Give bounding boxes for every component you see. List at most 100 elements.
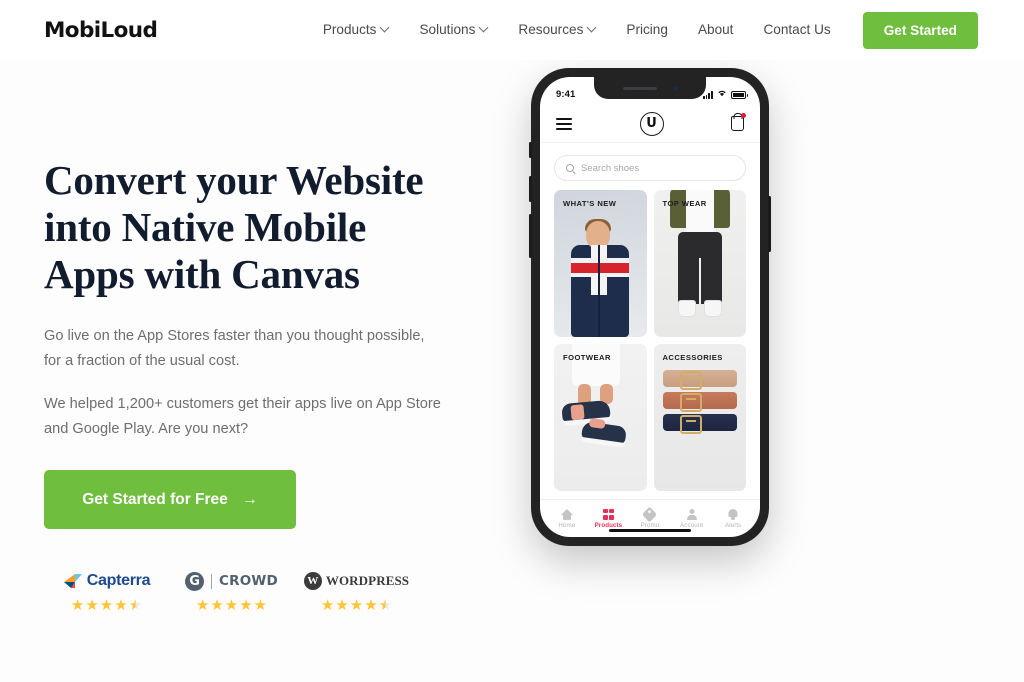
get-started-button[interactable]: Get Started bbox=[862, 11, 978, 49]
g2-circle-icon: G bbox=[185, 571, 205, 591]
nav-item-pricing[interactable]: Pricing bbox=[611, 23, 683, 37]
g2-crowd-star-rating: ★ ★ ★ ★ ★ bbox=[196, 598, 267, 613]
phone-silent-switch bbox=[529, 142, 532, 158]
home-icon bbox=[561, 509, 573, 520]
shopping-bag-icon[interactable] bbox=[731, 113, 746, 131]
product-card-label: ACCESSORIES bbox=[662, 353, 723, 362]
g2-crowd-logo: G CROWD bbox=[185, 571, 278, 591]
tab-account[interactable]: Account bbox=[671, 509, 713, 529]
review-badge-g2-crowd[interactable]: G CROWD ★ ★ ★ ★ ★ bbox=[169, 571, 294, 613]
chevron-down-icon bbox=[480, 24, 488, 32]
tab-alerts[interactable]: Alerts bbox=[712, 509, 754, 529]
earpiece-speaker bbox=[622, 86, 657, 90]
hero-visual: 9:41 U Search shoes WHAT'S NEW TOP WEAR … bbox=[514, 60, 980, 682]
tab-label: Products bbox=[594, 521, 623, 529]
product-card-footwear[interactable]: FOOTWEAR bbox=[554, 344, 647, 491]
phone-notch bbox=[594, 77, 706, 99]
star-half-icon: ★ bbox=[128, 597, 143, 614]
star-half-icon: ★ bbox=[378, 597, 393, 614]
wordpress-star-rating: ★ ★ ★ ★ ★ bbox=[321, 598, 392, 613]
tab-products[interactable]: Products bbox=[588, 508, 630, 529]
nav-item-products[interactable]: Products bbox=[308, 23, 405, 37]
product-image-jacket bbox=[565, 219, 635, 337]
status-icons bbox=[702, 89, 748, 99]
hero-paragraph-1: Go live on the App Stores faster than yo… bbox=[44, 328, 425, 369]
page-title: Convert your Website into Native Mobile … bbox=[44, 157, 424, 297]
review-badges: Capterra ★ ★ ★ ★ ★ G CROWD ★ ★ ★ ★ ★ W W… bbox=[44, 571, 514, 613]
hero-content: Convert your Website into Native Mobile … bbox=[44, 60, 514, 682]
tab-home[interactable]: Home bbox=[546, 509, 588, 529]
product-card-label: TOP WEAR bbox=[662, 199, 707, 208]
star-icon: ★ bbox=[195, 597, 210, 614]
tab-promo[interactable]: Promo bbox=[629, 506, 671, 529]
nav-item-label: Products bbox=[322, 22, 377, 38]
hero-paragraph-2: We helped 1,200+ customers get their app… bbox=[44, 396, 441, 437]
divider bbox=[211, 573, 213, 589]
product-category-grid: WHAT'S NEW TOP WEAR FOOTWEAR ACCESSORIES bbox=[540, 190, 760, 499]
brand-logo[interactable]: MobiLoud bbox=[44, 18, 158, 43]
nav-item-label: About bbox=[697, 22, 734, 38]
tag-icon bbox=[642, 506, 658, 522]
star-icon: ★ bbox=[364, 597, 378, 614]
search-input[interactable]: Search shoes bbox=[554, 155, 746, 181]
get-started-for-free-button[interactable]: Get Started for Free → bbox=[44, 470, 296, 529]
tab-label: Promo bbox=[640, 521, 660, 529]
app-logo[interactable]: U bbox=[639, 111, 664, 136]
product-image-sneakers bbox=[554, 344, 647, 491]
front-camera-icon bbox=[672, 85, 678, 91]
star-icon: ★ bbox=[335, 597, 349, 614]
capterra-triangle-icon bbox=[63, 573, 83, 589]
nav-item-contact-us[interactable]: Contact Us bbox=[748, 23, 845, 37]
hamburger-menu-icon[interactable] bbox=[556, 117, 572, 130]
product-card-label: FOOTWEAR bbox=[563, 353, 611, 362]
tab-label: Home bbox=[558, 521, 576, 529]
phone-power-button bbox=[768, 196, 771, 252]
user-icon bbox=[686, 509, 697, 520]
nav-item-about[interactable]: About bbox=[683, 23, 749, 37]
phone-mockup: 9:41 U Search shoes WHAT'S NEW TOP WEAR … bbox=[529, 68, 771, 546]
review-badge-wordpress[interactable]: W WORDPRESS ★ ★ ★ ★ ★ bbox=[294, 571, 419, 613]
bell-icon bbox=[728, 509, 739, 520]
review-badge-capterra[interactable]: Capterra ★ ★ ★ ★ ★ bbox=[44, 571, 169, 613]
product-image-pants bbox=[664, 190, 736, 337]
wordpress-circle-icon: W bbox=[303, 572, 322, 590]
grid-icon bbox=[602, 508, 614, 520]
arrow-right-icon: → bbox=[241, 490, 258, 508]
star-icon: ★ bbox=[349, 597, 364, 614]
capterra-logo-text: Capterra bbox=[86, 572, 151, 589]
product-image-belt-brown bbox=[662, 392, 737, 412]
phone-screen: 9:41 U Search shoes WHAT'S NEW TOP WEAR … bbox=[540, 77, 760, 537]
chevron-down-icon bbox=[381, 24, 389, 32]
site-header: MobiLoud Products Solutions Resources Pr… bbox=[0, 0, 1024, 60]
star-icon: ★ bbox=[99, 597, 114, 614]
nav-item-solutions[interactable]: Solutions bbox=[404, 23, 503, 37]
capterra-star-rating: ★ ★ ★ ★ ★ bbox=[71, 598, 142, 613]
hero-cta-label: Get Started for Free bbox=[82, 490, 228, 508]
battery-icon bbox=[731, 91, 748, 99]
star-icon: ★ bbox=[114, 597, 128, 614]
product-card-top-wear[interactable]: TOP WEAR bbox=[653, 190, 746, 337]
star-icon: ★ bbox=[85, 597, 99, 614]
wordpress-logo: W WORDPRESS bbox=[303, 571, 410, 591]
app-search-area: Search shoes bbox=[540, 143, 760, 190]
tab-label: Alerts bbox=[724, 521, 742, 529]
cart-badge-dot bbox=[741, 113, 746, 118]
wifi-icon bbox=[717, 89, 727, 99]
product-card-accessories[interactable]: ACCESSORIES bbox=[653, 344, 746, 491]
star-icon: ★ bbox=[224, 597, 239, 614]
product-image-belt-tan bbox=[662, 370, 737, 390]
g2-crowd-logo-text: CROWD bbox=[219, 573, 278, 589]
wordpress-mark-letter: W bbox=[307, 575, 319, 587]
star-icon: ★ bbox=[239, 597, 253, 614]
nav-item-label: Resources bbox=[518, 22, 584, 38]
nav-item-label: Solutions bbox=[419, 22, 476, 38]
search-placeholder: Search shoes bbox=[581, 162, 640, 174]
product-card-whats-new[interactable]: WHAT'S NEW bbox=[554, 190, 647, 337]
search-icon bbox=[566, 164, 574, 172]
hero-section: Convert your Website into Native Mobile … bbox=[0, 60, 1024, 682]
nav-item-resources[interactable]: Resources bbox=[503, 23, 611, 37]
chevron-down-icon bbox=[588, 24, 596, 32]
star-icon: ★ bbox=[253, 597, 268, 614]
wordpress-logo-text: WORDPRESS bbox=[325, 573, 410, 588]
capterra-logo: Capterra bbox=[63, 571, 151, 591]
